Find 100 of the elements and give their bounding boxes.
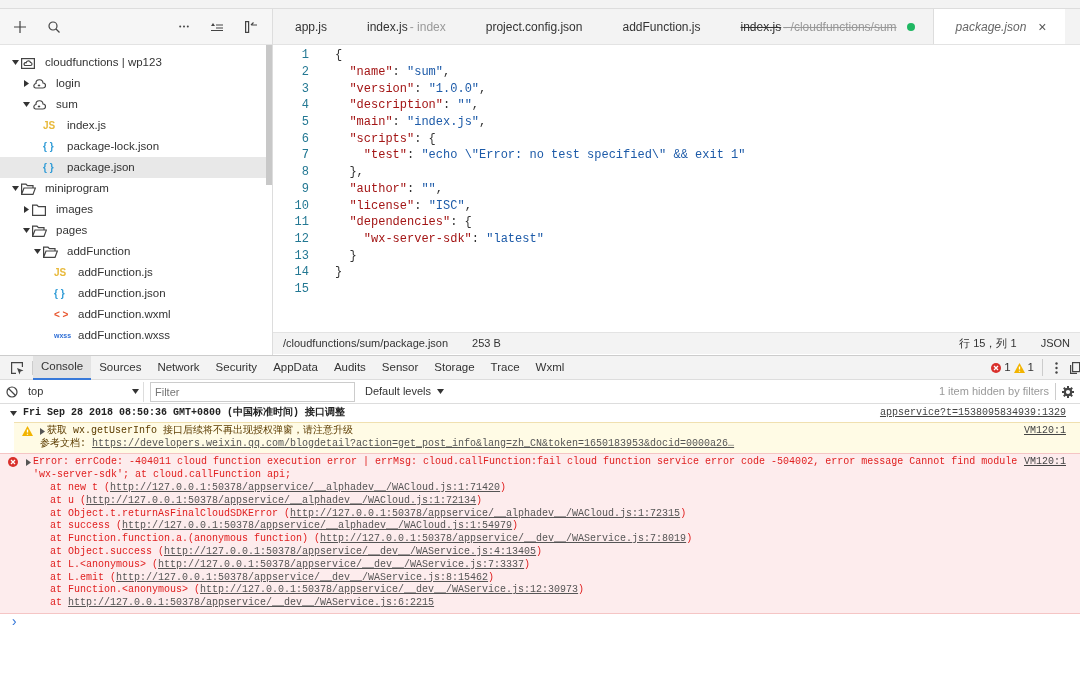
source-link[interactable]: VM120:1 [1024, 456, 1066, 610]
devtools-tab[interactable]: Sources [91, 355, 150, 380]
stack-line: at Function.<anonymous> (http://127.0.0.1:50378/appservice/__dev__/WAService.js:12:30973) [49, 584, 586, 597]
cloud-icon [32, 78, 46, 89]
source-link[interactable]: http://127.0.0.1:50378/appservice/__alphadev__/WACloud.js:1:71420 [110, 482, 501, 493]
line-number: 7 [300, 147, 309, 165]
stack-line: at u (http://127.0.0.1:50378/appservice/__alphadev__/WACloud.js:1:72134) [49, 494, 484, 508]
code-line: "version": "1.0.0", [348, 80, 487, 98]
source-link[interactable]: http://127.0.0.1:50378/appservice/__dev__/WAService.js:7:8019 [320, 533, 687, 545]
code-line: "main": "index.js", [348, 114, 487, 132]
language-mode[interactable]: JSON [1040, 335, 1070, 352]
source-link[interactable]: http://127.0.0.1:50378/appservice/__dev__/WAService.js:8:15462 [116, 571, 489, 583]
dock-icon[interactable] [1070, 361, 1080, 374]
line-number: 14 [293, 264, 309, 282]
source-link[interactable]: http://127.0.0.1:50378/appservice/__dev__/WAService.js:12:30973 [200, 584, 579, 596]
tree-item[interactable]: pages [0, 220, 266, 241]
source-link[interactable]: http://127.0.0.1:50378/appservice/__dev__/WAService.js:4:13405 [164, 545, 537, 557]
source-link[interactable]: http://127.0.0.1:50378/appservice/__dev__/WAService.js:7:3337 [158, 558, 525, 570]
line-number: 10 [293, 197, 309, 215]
settings-icon[interactable] [1062, 385, 1074, 398]
tree-item[interactable]: { } addFunction.json [0, 283, 266, 304]
tree-item[interactable]: { } package.json [0, 157, 266, 178]
expand-arrow-icon[interactable] [12, 186, 19, 191]
source-link[interactable]: http://127.0.0.1:50378/appservice/__dev__/WAService.js:6:2215 [68, 597, 435, 609]
editor-tab[interactable]: index.js - /cloudfunctions/sum [718, 9, 933, 44]
open-folder-icon [43, 245, 58, 258]
collapse-arrow-icon[interactable] [40, 427, 45, 435]
more-icon[interactable] [1055, 361, 1058, 374]
line-number: 1 [300, 47, 309, 65]
expand-arrow-icon[interactable] [34, 249, 41, 254]
tree-item[interactable]: < > addFunction.wxml [0, 304, 266, 325]
tree-item[interactable]: cloudfunctions | wp123 [0, 52, 266, 73]
expand-arrow-icon[interactable] [12, 60, 19, 65]
stack-line: at L.emit (http://127.0.0.1:50378/appservice/__dev__/WAService.js:8:15462) [49, 571, 496, 584]
error-icon [991, 362, 1002, 373]
scrollbar[interactable] [266, 45, 272, 185]
stack-line: at success (http://127.0.0.1:50378/appservice/__alphadev__/WACloud.js:1:54979) [49, 520, 520, 533]
error-icon [8, 457, 18, 468]
expand-arrow-icon[interactable] [23, 102, 30, 107]
devtools-tab[interactable]: Security [207, 355, 266, 380]
console-prompt[interactable]: › [0, 613, 1080, 631]
line-number: 6 [300, 130, 309, 148]
tree-item[interactable]: addFunction [0, 241, 266, 262]
warning-icon [1013, 362, 1025, 373]
message-text: 获取 wx.getUserInfo 接口后续将不再出现授权弹窗，请注意升级 [47, 424, 353, 437]
collapse-icon[interactable] [245, 20, 258, 33]
source-link[interactable]: http://127.0.0.1:50378/appservice/__alphadev__/WACloud.js:1:72134 [86, 494, 477, 506]
expand-arrow-icon[interactable] [10, 410, 17, 416]
devtools-tab[interactable]: AppData [265, 355, 326, 380]
stack-line: at Function.function.a.(anonymous function) (http://127.0.0.1:50378/appservice/__dev__/WAService.js:7:8019) [49, 533, 694, 546]
tree-item[interactable]: login [0, 73, 266, 94]
file-type-icon: < > [54, 309, 69, 320]
source-link[interactable]: http://127.0.0.1:50378/appservice/__alphadev__/WACloud.js:1:72315 [290, 507, 681, 519]
devtools-tab[interactable]: Trace [482, 355, 528, 380]
tree-item[interactable]: JS index.js [0, 115, 266, 136]
devtools-tab[interactable]: Network [149, 355, 208, 380]
stack-line: at Object.t.returnAsFinalCloudSDKError (http://127.0.0.1:50378/appservice/__alphadev__/WACloud.js:1:72315) [49, 507, 688, 520]
expand-arrow-icon[interactable] [23, 228, 30, 233]
stack-line: at new t (http://127.0.0.1:50378/appservice/__alphadev__/WACloud.js:1:71420) [49, 482, 508, 495]
tree-item[interactable]: miniprogram [0, 178, 266, 199]
editor-tab[interactable]: index.js - index [345, 9, 464, 44]
line-number: 4 [300, 97, 309, 115]
add-icon[interactable] [14, 20, 26, 33]
code-line: "dependencies": { [348, 214, 472, 232]
tree-item[interactable]: sum [0, 94, 266, 115]
code-line: "wx-server-sdk": "latest" [362, 230, 544, 248]
collapse-arrow-icon[interactable] [24, 206, 29, 213]
devtools-tab[interactable]: Audits [325, 355, 374, 380]
sort-icon[interactable] [211, 22, 223, 31]
levels-dropdown[interactable]: Default levels [361, 383, 449, 400]
tree-item[interactable]: images [0, 199, 266, 220]
collapse-arrow-icon[interactable] [24, 80, 29, 87]
group-title: Fri Sep 28 2018 08:50:36 GMT+0800 (中国标准时间) 接口调整 [23, 407, 347, 420]
inspect-icon[interactable] [10, 360, 24, 375]
source-link[interactable]: appservice?t=1538095834939:1329 [879, 407, 1066, 420]
devtools-tab[interactable]: Console [33, 355, 92, 380]
search-icon[interactable] [48, 20, 60, 33]
source-link[interactable]: http://127.0.0.1:50378/appservice/__alphadev__/WACloud.js:1:54979 [122, 520, 513, 532]
filter-field[interactable]: Filter [150, 381, 355, 402]
code-line: } [348, 247, 357, 265]
devtools-tab[interactable]: Storage [426, 355, 483, 380]
stack-line: at Object.success (http://127.0.0.1:50378/appservice/__dev__/WAService.js:4:13405) [49, 545, 544, 559]
editor-tab[interactable]: package.json × [932, 9, 1065, 44]
tree-item[interactable]: { } package-lock.json [0, 136, 266, 157]
context-select[interactable]: top [24, 381, 144, 402]
tree-item[interactable]: JS addFunction.js [0, 262, 266, 283]
editor-tab[interactable]: addFunction.js [600, 9, 719, 44]
devtools-tab[interactable]: Sensor [373, 355, 427, 380]
source-link[interactable]: VM120:1 [1024, 424, 1066, 451]
editor-tab[interactable]: app.js [273, 9, 346, 44]
cursor-position: 行 15，列 1 [959, 336, 1017, 352]
line-number: 8 [300, 164, 309, 182]
editor-tab[interactable]: project.config.json [463, 9, 601, 44]
clear-console-icon[interactable] [6, 385, 18, 398]
collapse-arrow-icon[interactable] [26, 459, 31, 467]
devtools-tab[interactable]: Wxml [527, 355, 573, 380]
close-icon[interactable]: × [1038, 16, 1047, 38]
source-link[interactable]: https://developers.weixin.qq.com/blogdetail?action=get_post_info&lang=zh_CN&token=1650183953&docid=0000a26… [92, 437, 735, 449]
open-folder-icon [32, 224, 47, 237]
more-icon[interactable] [179, 25, 189, 28]
